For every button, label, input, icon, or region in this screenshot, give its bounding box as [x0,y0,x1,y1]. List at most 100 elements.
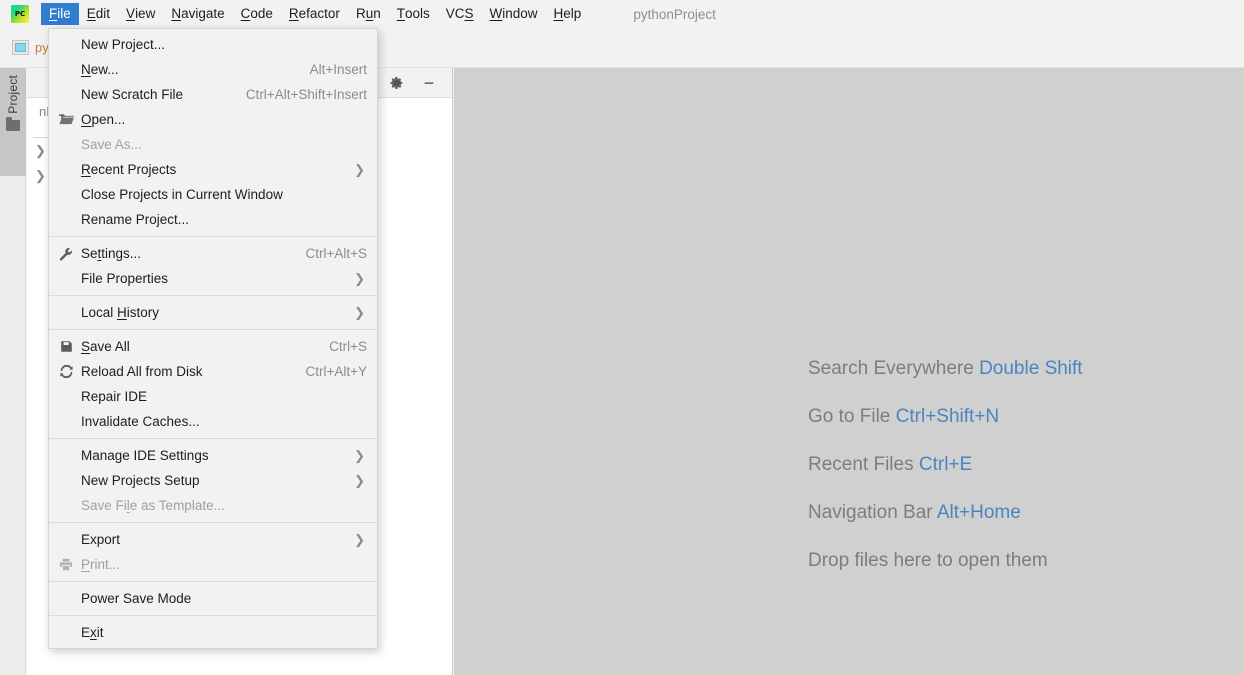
pycharm-window: FileEditViewNavigateCodeRefactorRunTools… [0,0,1244,675]
menu-item-shortcut: Ctrl+S [329,339,367,354]
menu-item-label: Repair IDE [81,389,148,404]
menu-file[interactable]: File [41,3,79,25]
menu-separator [49,329,377,330]
menu-item-print: Print... [49,552,377,577]
menu-item-label: New Projects Setup [81,473,200,488]
menu-item-save-all[interactable]: Save All Ctrl+S [49,334,377,359]
menu-edit[interactable]: Edit [79,3,118,25]
menu-item-new-projects-setup[interactable]: New Projects Setup ❯ [49,468,377,493]
gear-icon[interactable] [390,76,404,90]
menu-item-save-file-as-template: Save File as Template... [49,493,377,518]
wrench-icon [58,246,74,262]
chevron-right-icon: ❯ [354,447,365,463]
menu-item-local-history[interactable]: Local History ❯ [49,300,377,325]
menu-help[interactable]: Help [546,3,590,25]
menu-item-shortcut: Ctrl+Alt+S [305,246,367,261]
project-icon [12,40,29,55]
window-title: pythonProject [633,6,716,22]
menu-item-label: Close Projects in Current Window [81,187,283,202]
menu-item-shortcut: Ctrl+Alt+Y [305,364,367,379]
menu-item-new-scratch-file[interactable]: New Scratch File Ctrl+Alt+Shift+Insert [49,82,377,107]
menu-item-label: Export [81,532,121,547]
menu-item-new[interactable]: New... Alt+Insert [49,57,377,82]
menu-item-file-properties[interactable]: File Properties ❯ [49,266,377,291]
menu-item-label: Open... [81,112,126,127]
breadcrumb-project-name[interactable]: py [35,40,49,55]
menu-navigate[interactable]: Navigate [163,3,232,25]
chevron-right-icon: ❯ [354,472,365,488]
menu-separator [49,236,377,237]
menu-item-label: Settings... [81,246,142,261]
folder-icon [58,112,74,128]
menu-item-settings[interactable]: Settings... Ctrl+Alt+S [49,241,377,266]
menu-item-exit[interactable]: Exit [49,620,377,645]
menu-separator [49,522,377,523]
menu-item-label: Invalidate Caches... [81,414,200,429]
menu-item-label: New Project... [81,37,166,52]
menu-item-label: Print... [81,557,121,572]
menu-item-label: Save All [81,339,130,354]
chevron-right-icon: ❯ [354,304,365,320]
menu-separator [49,581,377,582]
stripe-tab-project-label: Project [6,75,20,114]
menu-item-label: Save File as Template... [81,498,225,513]
menu-item-label: Local History [81,305,160,320]
menu-item-label: New... [81,62,119,77]
save-icon [58,339,74,355]
menu-item-repair-ide[interactable]: Repair IDE [49,384,377,409]
menu-item-label: Power Save Mode [81,591,192,606]
menu-item-label: File Properties [81,271,169,286]
menu-item-label: Save As... [81,137,142,152]
editor-hint: Search Everywhere Double Shift [808,358,1083,379]
menu-item-label: Manage IDE Settings [81,448,209,463]
editor-hint: Recent Files Ctrl+E [808,454,973,475]
tool-window-stripe-left: Project [0,68,26,675]
reload-icon [58,364,74,380]
menu-run[interactable]: Run [348,3,389,25]
chevron-right-icon[interactable]: ❯ [35,168,46,184]
menu-item-manage-ide-settings[interactable]: Manage IDE Settings ❯ [49,443,377,468]
menu-item-recent-projects[interactable]: Recent Projects ❯ [49,157,377,182]
menu-bar-items: File Edit View Navigate Code Refactor Ru n Tools… [41,3,589,25]
editor-hint: Drop files here to open them [808,550,1048,571]
file-menu-dropdown[interactable]: New Project... New... Alt+Insert New Scratc… [48,28,378,649]
menu-item-reload-all-from-disk[interactable]: Reload All from Disk Ctrl+Alt+Y [49,359,377,384]
menu-view[interactable]: View [118,3,163,25]
menu-item-label: Rename Project... [81,212,190,227]
editor-hint: Navigation Bar Alt+Home [808,502,1021,523]
print-icon [58,557,74,573]
menu-item-open[interactable]: Open... [49,107,377,132]
chevron-right-icon: ❯ [354,531,365,547]
menu-item-shortcut: Ctrl+Alt+Shift+Insert [245,87,367,102]
menu-item-power-save-mode[interactable]: Power Save Mode [49,586,377,611]
editor-hint: Go to File Ctrl+Shift+N [808,406,1000,427]
editor-empty-area[interactable]: Search Everywhere Double Shift Go to File… [454,68,1244,675]
menu-item-export[interactable]: Export ❯ [49,527,377,552]
chevron-right-icon: ❯ [354,270,365,286]
menu-tools[interactable]: Tools [389,3,438,25]
menu-item-label: Reload All from Disk [81,364,203,379]
menu-window[interactable]: Window [482,3,546,25]
menu-code[interactable]: Code [233,3,281,25]
chevron-right-icon[interactable]: ❯ [35,143,46,159]
menu-item-label: Exit [81,625,104,640]
menu-refactor[interactable]: Refactor [281,3,348,25]
editor-hint-list: Search Everywhere Double Shift Go to File… [808,358,1083,572]
menu-vcs[interactable]: VC S [438,3,482,25]
menu-separator [49,438,377,439]
menu-bar: FileEditViewNavigateCodeRefactorRunTools… [0,0,1244,28]
menu-item-save-as: Save As... [49,132,377,157]
minimize-icon[interactable] [422,76,436,90]
folder-icon [6,116,20,131]
chevron-right-icon: ❯ [354,161,365,177]
menu-item-rename-project[interactable]: Rename Project... [49,207,377,232]
menu-item-close-projects-in-current-window[interactable]: Close Projects in Current Window [49,182,377,207]
menu-item-label: New Scratch File [81,87,184,102]
menu-item-new-project[interactable]: New Project... [49,32,377,57]
menu-item-shortcut: Alt+Insert [309,62,367,77]
menu-item-label: Recent Projects [81,162,177,177]
menu-separator [49,615,377,616]
menu-separator [49,295,377,296]
menu-item-invalidate-caches[interactable]: Invalidate Caches... [49,409,377,434]
stripe-tab-project[interactable]: Project [0,68,26,176]
